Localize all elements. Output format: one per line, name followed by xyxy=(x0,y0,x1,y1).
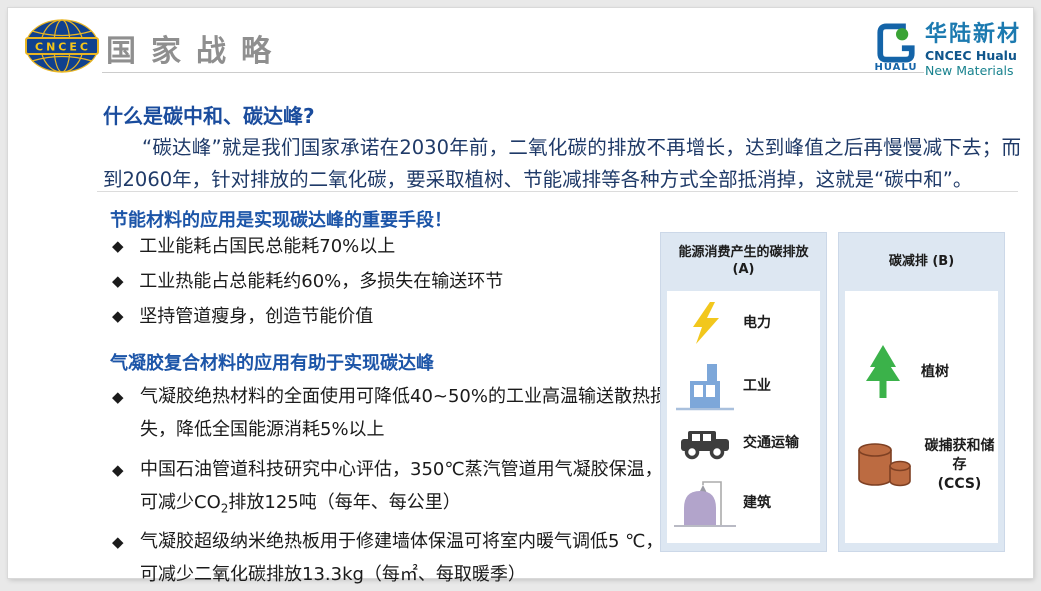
bullet-text: 排放125吨（每年、每公里） xyxy=(228,492,460,513)
diamond-bullet-icon: ◆ xyxy=(112,307,124,325)
list-item: ◆ 气凝胶绝热材料的全面使用可降低40~50%的工业高温输送散热损失，降低全国能… xyxy=(112,380,668,453)
diagram-row-label: 工业 xyxy=(743,377,771,396)
car-icon xyxy=(667,427,743,460)
intro-heading: 什么是碳中和、碳达峰? xyxy=(103,100,315,129)
carbon-emission-box-body: 电力 工业 xyxy=(667,291,820,543)
cncec-logo: CNCEC xyxy=(24,18,100,74)
hualu-mark-label: HUALU xyxy=(874,62,917,73)
carbon-emission-box: 能源消费产生的碳排放 (A) 电力 xyxy=(660,232,827,552)
energy-section-heading: 节能材料的应用是实现碳达峰的重要手段！ xyxy=(110,206,452,232)
diagram-row-building: 建筑 xyxy=(667,475,820,531)
building-icon xyxy=(667,475,743,531)
list-item: ◆ 工业能耗占国民总能耗70%以上 xyxy=(112,236,503,258)
diamond-bullet-icon: ◆ xyxy=(112,526,124,559)
diagram-row-label: 交通运输 xyxy=(743,434,799,453)
cncec-logo-text: CNCEC xyxy=(35,41,91,54)
carbon-emission-box-header: 能源消费产生的碳排放 (A) xyxy=(661,233,826,291)
lightning-icon xyxy=(667,301,743,345)
bullet-text: 气凝胶绝热材料的全面使用可降低40~50%的工业高温输送散热损失，降低全国能源消… xyxy=(140,386,668,440)
diagram-row-electricity: 电力 xyxy=(667,301,820,345)
bullet-text: 工业热能占总能耗约60%，多损失在输送环节 xyxy=(139,271,503,292)
ccs-label-line2: (CCS) xyxy=(921,475,998,494)
energy-bullet-list: ◆ 工业能耗占国民总能耗70%以上 ◆ 工业热能占总能耗约60%，多损失在输送环… xyxy=(112,236,503,341)
hualu-en-subname: New Materials xyxy=(925,64,1021,78)
diagram-row-label: 建筑 xyxy=(743,494,771,513)
diamond-bullet-icon: ◆ xyxy=(112,381,124,414)
slide-viewer: CNCEC 国家战略 HUALU 华陆新材 CNCEC Hualu New Ma… xyxy=(0,0,1041,591)
barrels-icon xyxy=(845,439,921,491)
diagram-row-industry: 工业 xyxy=(667,360,820,412)
carbon-reduction-box-body: 植树 碳捕获和储存 xyxy=(845,291,998,543)
page-title: 国家战略 xyxy=(106,26,286,70)
diagram-row-label: 电力 xyxy=(743,314,771,333)
list-item: ◆ 工业热能占总能耗约60%，多损失在输送环节 xyxy=(112,271,503,293)
hualu-logo-text: 华陆新材 CNCEC Hualu New Materials xyxy=(925,22,1021,78)
ccs-label-line1: 碳捕获和储存 xyxy=(921,437,998,475)
carbon-reduction-box: 碳减排 (B) 植树 xyxy=(838,232,1005,552)
diamond-bullet-icon: ◆ xyxy=(112,454,124,487)
title-divider xyxy=(102,72,924,73)
aerogel-section-heading: 气凝胶复合材料的应用有助于实现碳达峰 xyxy=(110,349,434,375)
section-divider xyxy=(97,191,1018,192)
carbon-reduction-box-header: 碳减排 (B) xyxy=(839,233,1004,291)
bullet-text: 坚持管道瘦身，创造节能价值 xyxy=(139,306,373,327)
bullet-text: 工业能耗占国民总能耗70%以上 xyxy=(139,236,395,257)
diagram-row-label: 植树 xyxy=(921,363,949,382)
diagram-row-label: 碳捕获和储存 (CCS) xyxy=(921,437,998,494)
factory-icon xyxy=(667,360,743,412)
bullet-text: 气凝胶超级纳米绝热板用于修建墙体保温可将室内暖气调低5 ℃，可减少二氧化碳排放1… xyxy=(140,531,663,585)
diamond-bullet-icon: ◆ xyxy=(112,272,124,290)
diagram-row-tree-planting: 植树 xyxy=(845,343,998,401)
hualu-en-name: CNCEC Hualu xyxy=(925,49,1021,63)
intro-paragraph: “碳达峰”就是我们国家承诺在2030年前，二氧化碳的排放不再增长，达到峰值之后再… xyxy=(103,132,1021,196)
hualu-logo-mark: HUALU xyxy=(874,22,918,73)
hualu-mark-icon xyxy=(874,22,918,64)
aerogel-bullet-list: ◆ 气凝胶绝热材料的全面使用可降低40~50%的工业高温输送散热损失，降低全国能… xyxy=(112,380,668,591)
diagram-row-ccs: 碳捕获和储存 (CCS) xyxy=(845,437,998,494)
list-item: ◆ 中国石油管道科技研究中心评估，350℃蒸汽管道用气凝胶保温，可减少CO2排放… xyxy=(112,453,668,526)
hualu-cn-name: 华陆新材 xyxy=(925,22,1021,47)
list-item: ◆ 气凝胶超级纳米绝热板用于修建墙体保温可将室内暖气调低5 ℃，可减少二氧化碳排… xyxy=(112,525,668,591)
diagram-row-transport: 交通运输 xyxy=(667,427,820,460)
list-item: ◆ 坚持管道瘦身，创造节能价值 xyxy=(112,306,503,328)
tree-icon xyxy=(845,343,921,401)
diamond-bullet-icon: ◆ xyxy=(112,237,124,255)
slide: CNCEC 国家战略 HUALU 华陆新材 CNCEC Hualu New Ma… xyxy=(8,8,1033,578)
hualu-logo: HUALU 华陆新材 CNCEC Hualu New Materials xyxy=(874,22,1021,78)
